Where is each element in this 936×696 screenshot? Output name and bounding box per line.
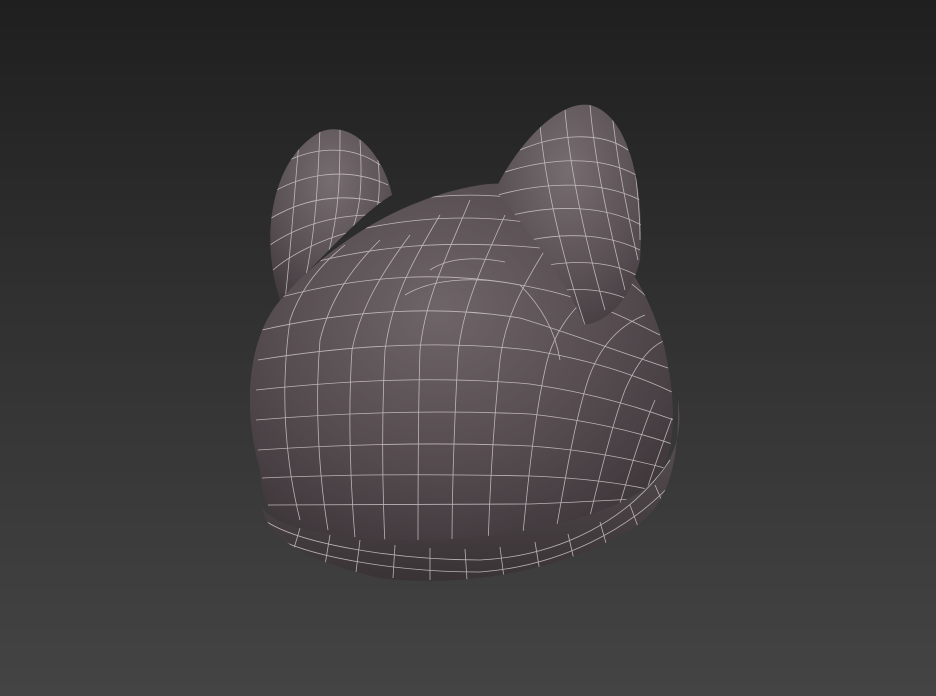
helmet-model[interactable]: [0, 0, 936, 696]
3d-viewport[interactable]: [0, 0, 936, 696]
